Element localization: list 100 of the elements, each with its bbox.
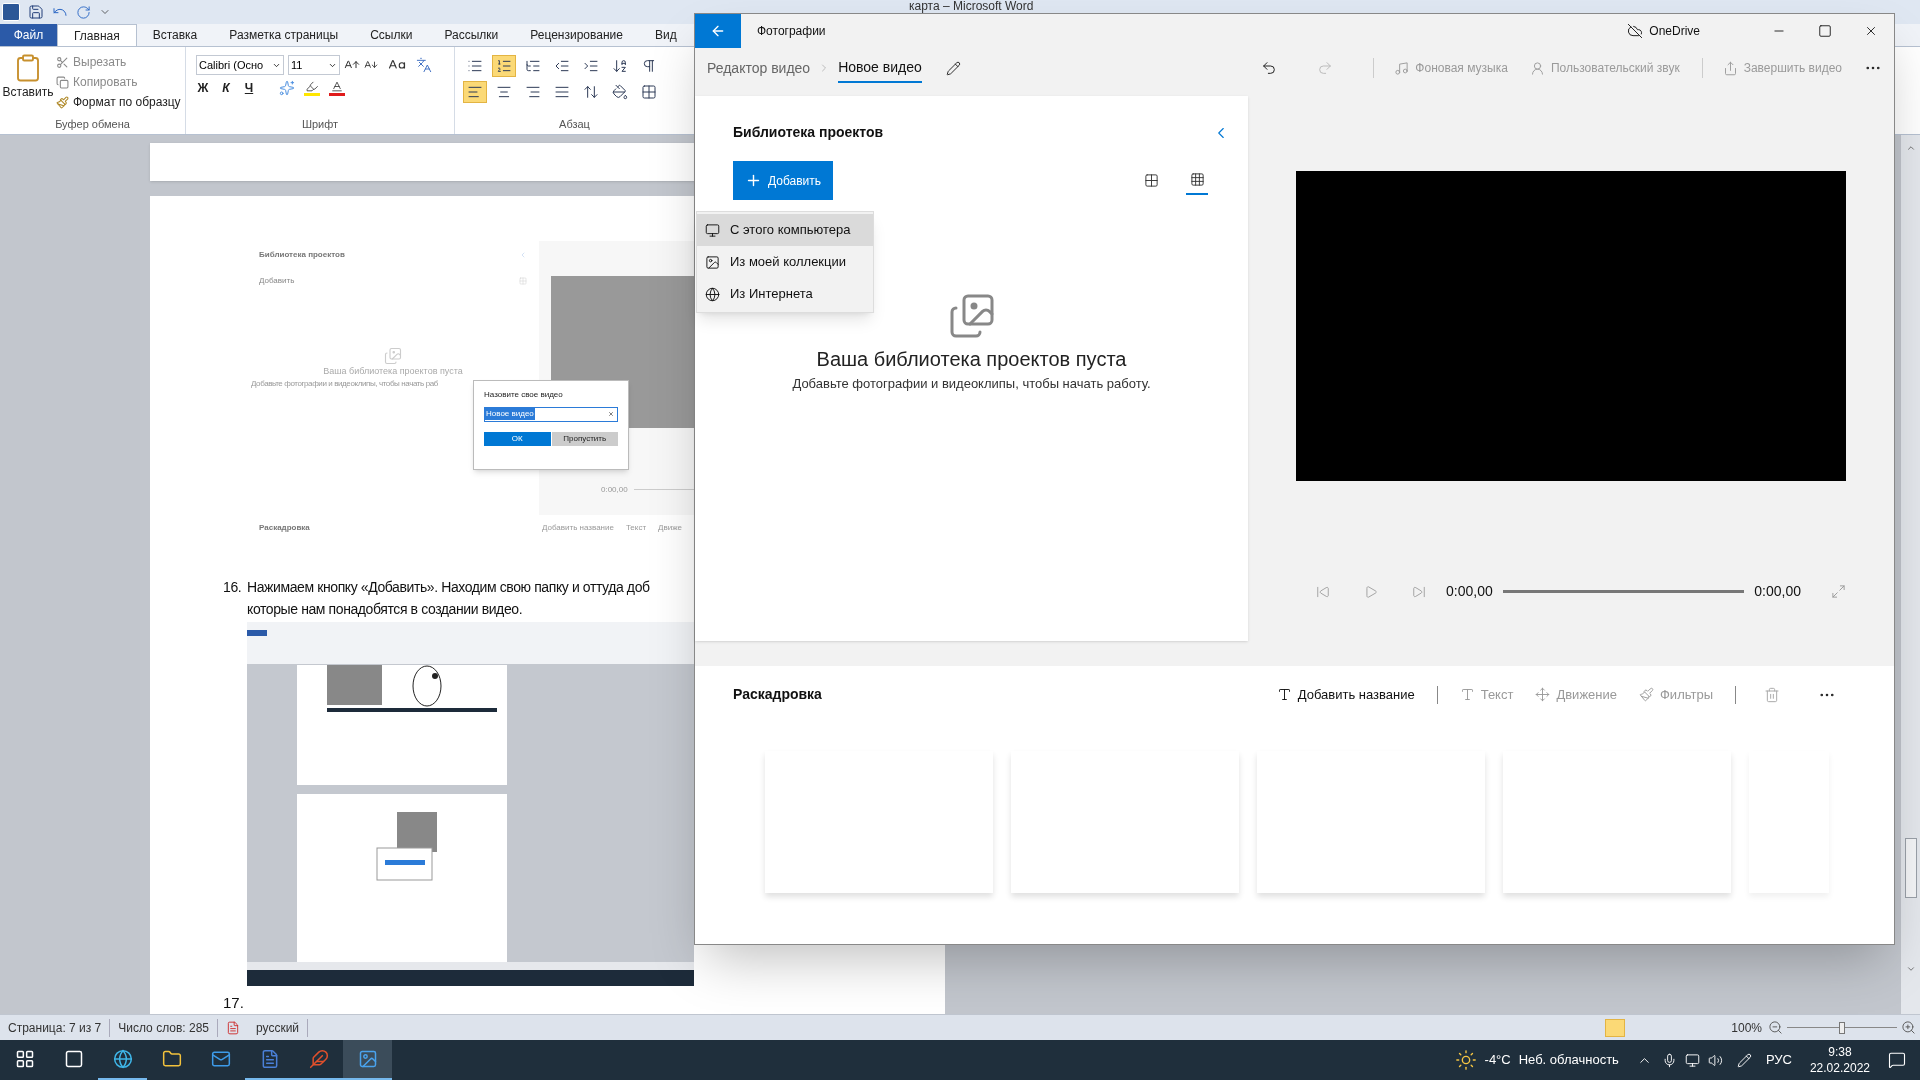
onedrive-label: OneDrive: [1649, 23, 1700, 40]
volume-icon[interactable]: [1707, 1052, 1723, 1068]
ribbon-tab[interactable]: Разметка страницы: [213, 24, 355, 46]
app-title: Фотографии: [757, 23, 826, 40]
collapse-icon: [519, 250, 527, 259]
notifications-icon[interactable]: [1888, 1051, 1906, 1069]
photos-icon: [357, 1049, 378, 1069]
copy-icon: [56, 75, 69, 89]
menu-item[interactable]: Из Интернета: [697, 278, 873, 310]
borders-icon: [641, 84, 657, 100]
ribbon-tab[interactable]: Ссылки: [354, 24, 429, 46]
numbered-list-icon: [496, 58, 512, 74]
cut-button[interactable]: Вырезать: [56, 53, 181, 71]
decrease-indent-icon: [554, 58, 570, 74]
storyboard-action: Добавить название: [541, 521, 614, 534]
panel-title: Библиотека проектов: [733, 123, 884, 142]
breadcrumb-item[interactable]: Новое видео: [838, 53, 922, 83]
align-left-icon: [467, 84, 483, 100]
font-style-button[interactable]: Ч: [242, 79, 256, 97]
weather-text: Неб. облачность: [1518, 1051, 1619, 1070]
plus-icon: [745, 172, 762, 189]
numbered-list-button[interactable]: [492, 55, 516, 77]
format-painter-button[interactable]: Формат по образцу: [56, 93, 181, 111]
title-card-icon: [1276, 687, 1292, 702]
name-field[interactable]: Новое видео: [484, 406, 618, 422]
brush-icon: [56, 95, 69, 109]
cloud-off-icon: [1627, 23, 1644, 39]
dialog-title: Назовите свое видео: [484, 388, 564, 401]
scroll-down-icon[interactable]: [1905, 964, 1916, 974]
person-sound-icon: [1529, 60, 1545, 76]
proofing-icon[interactable]: [226, 1020, 240, 1035]
storyboard-action[interactable]: Добавить название: [1276, 684, 1415, 705]
bullet-list-icon: [467, 58, 483, 74]
ok-button[interactable]: ОК: [484, 431, 551, 446]
windows-logo-icon: [14, 1049, 35, 1069]
shading-icon: [612, 84, 628, 100]
font-color-icon[interactable]: [329, 80, 345, 96]
storyboard-action: Текст: [625, 521, 647, 534]
font-name-field[interactable]: Calibri (Осно: [196, 55, 284, 75]
multilevel-list-icon: [525, 58, 541, 74]
save-icon[interactable]: [28, 4, 44, 20]
network-icon[interactable]: [1684, 1052, 1700, 1068]
clear-icon[interactable]: [608, 411, 614, 417]
mail-icon: [210, 1049, 231, 1069]
line-spacing-icon: [583, 84, 599, 100]
time-label: 0:00,00: [601, 483, 628, 496]
copy-button[interactable]: Копировать: [56, 73, 181, 91]
ribbon-tab[interactable]: Вставка: [136, 24, 214, 46]
music-icon: [1394, 60, 1410, 76]
highlighter-icon[interactable]: [304, 80, 320, 96]
globe-icon: [705, 286, 720, 302]
task-view-icon: [63, 1049, 84, 1069]
text-effects-icon[interactable]: [279, 80, 295, 96]
redo-icon[interactable]: [76, 4, 91, 20]
sort-icon: [612, 58, 628, 74]
font-style-button[interactable]: К: [219, 79, 233, 97]
step-text: Нажимаем кнопку «Добавить». Находим свою папку и оттуда доб: [247, 577, 651, 597]
add-button[interactable]: Добавить: [733, 161, 834, 200]
empty-hint: Добавьте фотографии и видеоклипы, чтобы начать работу.: [792, 375, 1151, 393]
font-style-button[interactable]: Ж: [196, 79, 210, 97]
scissors-icon: [56, 55, 69, 69]
photos-taskbar-button[interactable]: [343, 1040, 392, 1080]
breadcrumb-item[interactable]: Редактор видео: [707, 53, 811, 83]
ribbon-tab[interactable]: Рецензирование: [514, 24, 639, 46]
menu-item[interactable]: С этого компьютера: [697, 214, 873, 246]
maximize-icon: [1818, 24, 1832, 38]
motion-icon: [1535, 687, 1551, 702]
back-button[interactable]: [695, 14, 741, 48]
input-language[interactable]: РУС: [1765, 1050, 1792, 1070]
undo-icon[interactable]: [1261, 60, 1278, 76]
word-logo-icon: [2, 3, 20, 21]
text-icon: [1459, 687, 1475, 702]
font-size-field[interactable]: 11: [288, 55, 340, 75]
microphone-icon[interactable]: [1661, 1052, 1677, 1068]
monitor-icon: [705, 222, 720, 238]
ribbon-tab[interactable]: Вид: [638, 24, 693, 46]
close-icon: [1864, 24, 1878, 38]
browser-icon: [112, 1049, 133, 1069]
ribbon-tab[interactable]: Рассылки: [428, 24, 515, 46]
menu-item[interactable]: Из моей коллекции: [697, 246, 873, 278]
zoom-slider-thumb[interactable]: [1839, 1021, 1845, 1034]
scroll-thumb[interactable]: [1904, 838, 1917, 898]
rename-icon[interactable]: [945, 60, 961, 76]
clock-time: 9:38: [1828, 1044, 1852, 1060]
step-number: 17.: [223, 992, 245, 1013]
zoom-level: 100%: [1731, 1019, 1762, 1037]
pen-icon[interactable]: [1736, 1052, 1752, 1068]
progress-track[interactable]: [1502, 590, 1745, 593]
increase-indent-icon: [583, 58, 599, 74]
share-icon: [1722, 60, 1738, 76]
paste-button[interactable]: Вставить: [4, 53, 52, 116]
skip-button[interactable]: Пропустить: [551, 431, 618, 446]
zoom-out-icon[interactable]: [1768, 1020, 1783, 1035]
file-tab[interactable]: Файл: [0, 24, 57, 46]
panel-title: Раскадровка: [733, 685, 822, 704]
ribbon-tab[interactable]: Главная: [57, 24, 137, 46]
zoom-in-icon[interactable]: [1901, 1020, 1916, 1035]
brush-icon: [1639, 687, 1654, 702]
align-left-button[interactable]: [463, 81, 487, 103]
align-right-icon: [525, 84, 541, 100]
